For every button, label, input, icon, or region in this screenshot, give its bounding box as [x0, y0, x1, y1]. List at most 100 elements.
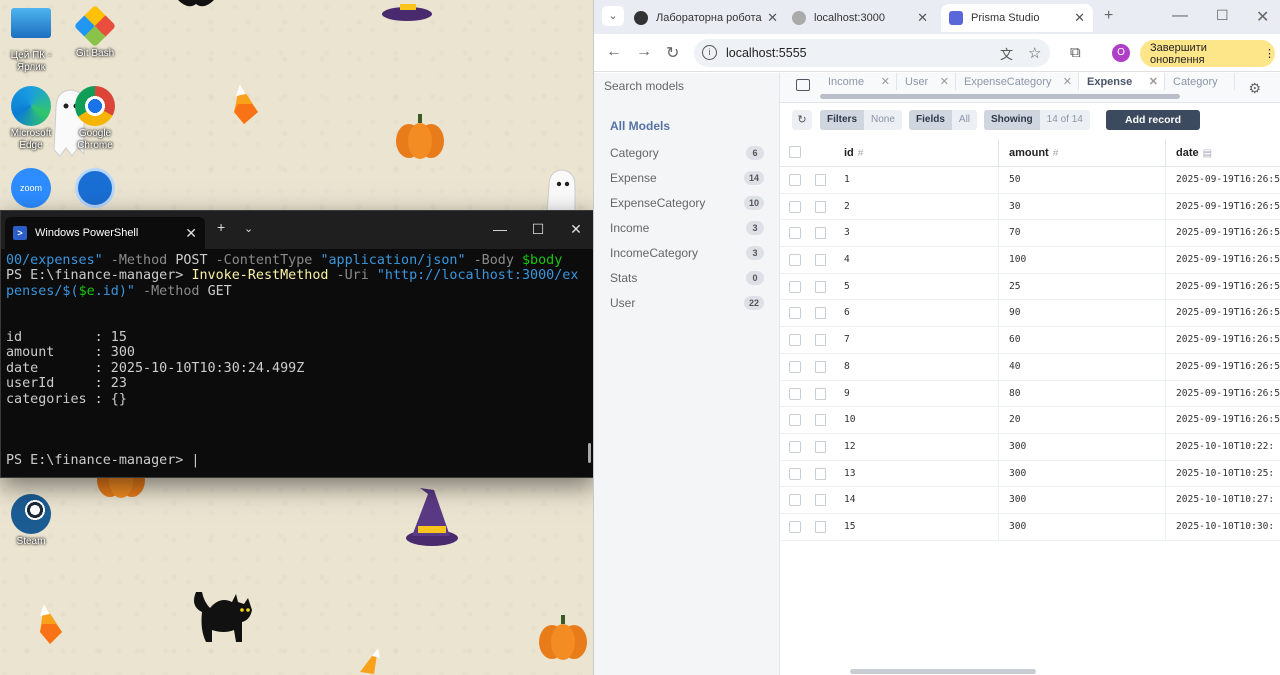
cell-amount[interactable]: 300 [999, 433, 1166, 461]
filters-button[interactable]: Filters None [820, 110, 902, 130]
tab-category[interactable]: Category [1165, 73, 1235, 90]
cell-date[interactable]: 2025-09-19T16:26:5 [1166, 220, 1280, 247]
table-row[interactable]: 2 30 2025-09-19T16:26:5 [780, 193, 1280, 221]
table-row[interactable]: 1 50 2025-09-19T16:26:5 [780, 167, 1280, 194]
cell-id[interactable]: 8 [834, 353, 999, 381]
cell-amount[interactable]: 300 [999, 487, 1166, 514]
close-tab-icon[interactable]: ✕ [185, 225, 197, 242]
close-button[interactable]: ✕ [557, 217, 595, 241]
column-header-id[interactable]: id # [834, 139, 999, 167]
expand-row-icon[interactable] [815, 494, 826, 507]
cell-amount[interactable]: 100 [999, 247, 1166, 274]
expand-row-icon[interactable] [815, 520, 826, 533]
search-models-input[interactable]: Search models [604, 79, 684, 93]
site-info-icon[interactable]: i [702, 45, 717, 60]
table-row[interactable]: 6 90 2025-09-19T16:26:5 [780, 300, 1280, 328]
cell-amount[interactable]: 25 [999, 273, 1166, 301]
cell-amount[interactable]: 40 [999, 353, 1166, 381]
model-item-expense[interactable]: Expense 14 [610, 168, 764, 188]
cell-id[interactable]: 4 [834, 247, 999, 274]
cell-id[interactable]: 14 [834, 487, 999, 514]
close-tab-icon[interactable]: ✕ [940, 75, 949, 88]
cell-amount[interactable]: 70 [999, 220, 1166, 248]
table-row[interactable]: 3 70 2025-09-19T16:26:5 [780, 220, 1280, 248]
powershell-titlebar[interactable]: > Windows PowerShell ✕ + ⌄ — ☐ ✕ [1, 211, 595, 249]
close-tab-icon[interactable]: ✕ [1063, 75, 1072, 88]
cell-id[interactable]: 7 [834, 327, 999, 354]
select-all-checkbox[interactable] [789, 146, 801, 158]
expand-row-icon[interactable] [815, 440, 826, 453]
expand-row-icon[interactable] [815, 280, 826, 293]
translate-icon[interactable]: 文 [1000, 44, 1013, 63]
update-button[interactable]: Завершити оновлення ⋮ [1140, 40, 1275, 67]
row-checkbox[interactable] [789, 227, 801, 240]
row-checkbox[interactable] [789, 494, 801, 507]
expand-row-icon[interactable] [815, 254, 826, 267]
row-checkbox[interactable] [789, 280, 801, 293]
new-tab-icon[interactable]: + [1104, 7, 1113, 25]
table-row[interactable]: 14 300 2025-10-10T10:27: [780, 487, 1280, 514]
row-checkbox[interactable] [789, 414, 801, 427]
row-checkbox[interactable] [789, 174, 801, 186]
desktop-icon-zoom[interactable]: zoom [0, 168, 63, 210]
cell-id[interactable]: 3 [834, 220, 999, 248]
row-checkbox[interactable] [789, 520, 801, 533]
reload-icon[interactable]: ↻ [666, 43, 679, 63]
cell-date[interactable]: 2025-09-19T16:26:5 [1166, 274, 1280, 301]
cell-amount[interactable]: 50 [999, 167, 1166, 194]
desktop-icon-git-bash[interactable]: Git Bash [63, 4, 127, 60]
powershell-output[interactable]: 00/expenses" -Method POST -ContentType "… [1, 249, 595, 472]
cell-date[interactable]: 2025-09-19T16:26:5 [1166, 327, 1280, 354]
browser-tab-prisma[interactable]: Prisma Studio ✕ [941, 4, 1093, 32]
powershell-window[interactable]: > Windows PowerShell ✕ + ⌄ — ☐ ✕ 00/expe… [0, 210, 596, 478]
horizontal-scrollbar[interactable] [850, 669, 1036, 674]
expand-row-icon[interactable] [815, 200, 826, 213]
cell-date[interactable]: 2025-09-19T16:26:5 [1166, 381, 1280, 408]
row-checkbox[interactable] [789, 200, 801, 213]
cell-amount[interactable]: 80 [999, 380, 1166, 408]
cell-id[interactable]: 6 [834, 300, 999, 328]
table-row[interactable]: 13 300 2025-10-10T10:25: [780, 460, 1280, 488]
back-icon[interactable]: ← [606, 43, 622, 61]
row-checkbox[interactable] [789, 254, 801, 267]
maximize-button[interactable]: ☐ [1216, 7, 1229, 24]
model-item-incomecategory[interactable]: IncomeCategory 3 [610, 243, 764, 263]
minimize-button[interactable]: — [1172, 7, 1188, 25]
fields-button[interactable]: Fields All [909, 110, 978, 130]
desktop-icon-app[interactable] [63, 168, 127, 210]
desktop-icon-edge[interactable]: Microsoft Edge [0, 86, 63, 152]
table-row[interactable]: 12 300 2025-10-10T10:22: [780, 433, 1280, 461]
powershell-tab[interactable]: > Windows PowerShell ✕ [5, 217, 205, 249]
expand-row-icon[interactable] [815, 467, 826, 480]
new-tab-icon[interactable]: + [217, 219, 225, 235]
tab-expense[interactable]: Expense ✕ [1079, 73, 1165, 90]
column-header-date[interactable]: date ▤ [1166, 139, 1280, 167]
cell-date[interactable]: 2025-09-19T16:26:5 [1166, 300, 1280, 327]
model-item-category[interactable]: Category 6 [610, 143, 764, 163]
row-checkbox[interactable] [789, 467, 801, 480]
cell-amount[interactable]: 20 [999, 407, 1166, 434]
expand-row-icon[interactable] [815, 334, 826, 347]
reload-data-button[interactable]: ↻ [792, 110, 812, 130]
tab-search-icon[interactable]: ⌄ [602, 6, 624, 26]
table-row[interactable]: 5 25 2025-09-19T16:26:5 [780, 273, 1280, 301]
forward-icon[interactable]: → [636, 43, 652, 61]
table-row[interactable]: 10 20 2025-09-19T16:26:5 [780, 407, 1280, 434]
cell-date[interactable]: 2025-09-19T16:26:5 [1166, 194, 1280, 221]
expand-row-icon[interactable] [815, 227, 826, 240]
expand-row-icon[interactable] [815, 307, 826, 320]
cell-date[interactable]: 2025-10-10T10:22: [1166, 434, 1280, 461]
expand-row-icon[interactable] [815, 174, 826, 186]
cell-amount[interactable]: 300 [999, 460, 1166, 488]
desktop-icon-this-pc[interactable]: Цей ПК - Ярлик [0, 8, 63, 74]
bookmark-star-icon[interactable]: ☆ [1028, 44, 1041, 62]
column-header-amount[interactable]: amount # [999, 139, 1166, 167]
cell-amount[interactable]: 30 [999, 193, 1166, 221]
gear-icon[interactable]: ⚙ [1248, 80, 1261, 97]
showing-button[interactable]: Showing 14 of 14 [984, 110, 1090, 130]
row-checkbox[interactable] [789, 360, 801, 373]
model-item-user[interactable]: User 22 [610, 293, 764, 313]
cell-amount[interactable]: 300 [999, 513, 1166, 541]
cell-id[interactable]: 13 [834, 460, 999, 488]
row-checkbox[interactable] [789, 334, 801, 347]
